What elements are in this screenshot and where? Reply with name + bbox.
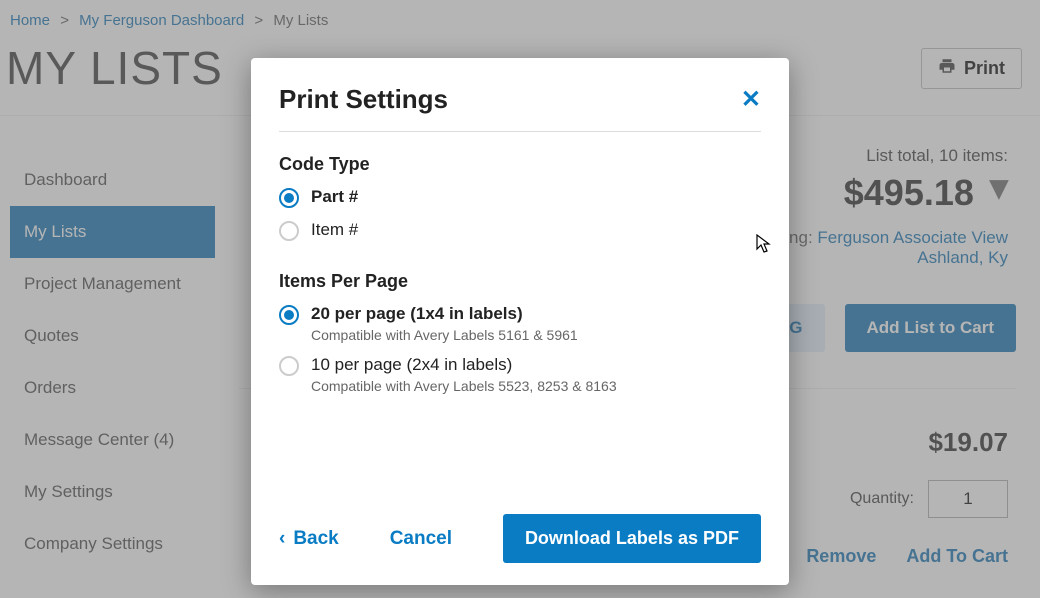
radio-icon: [279, 188, 299, 208]
radio-sublabel: Compatible with Avery Labels 5161 & 5961: [311, 327, 578, 343]
radio-label: 10 per page (2x4 in labels): [311, 355, 617, 375]
radio-icon: [279, 356, 299, 376]
radio-20-per-page[interactable]: 20 per page (1x4 in labels) Compatible w…: [279, 304, 761, 343]
radio-10-per-page[interactable]: 10 per page (2x4 in labels) Compatible w…: [279, 355, 761, 394]
cancel-button[interactable]: Cancel: [390, 528, 452, 550]
radio-label: Part #: [311, 187, 358, 207]
code-type-label: Code Type: [279, 154, 761, 175]
print-settings-modal: Print Settings ✕ Code Type Part # Item #…: [251, 58, 789, 585]
items-per-page-label: Items Per Page: [279, 271, 761, 292]
download-labels-button[interactable]: Download Labels as PDF: [503, 514, 761, 563]
radio-sublabel: Compatible with Avery Labels 5523, 8253 …: [311, 378, 617, 394]
back-button[interactable]: ‹ Back: [279, 528, 339, 550]
back-label: Back: [293, 528, 338, 550]
radio-part-number[interactable]: Part #: [279, 187, 761, 208]
radio-icon: [279, 305, 299, 325]
close-icon[interactable]: ✕: [741, 85, 761, 114]
modal-overlay: Print Settings ✕ Code Type Part # Item #…: [0, 0, 1040, 598]
radio-label: Item #: [311, 220, 358, 240]
radio-item-number[interactable]: Item #: [279, 220, 761, 241]
modal-title: Print Settings: [279, 84, 448, 115]
radio-label: 20 per page (1x4 in labels): [311, 304, 578, 324]
radio-icon: [279, 221, 299, 241]
chevron-left-icon: ‹: [279, 528, 285, 550]
